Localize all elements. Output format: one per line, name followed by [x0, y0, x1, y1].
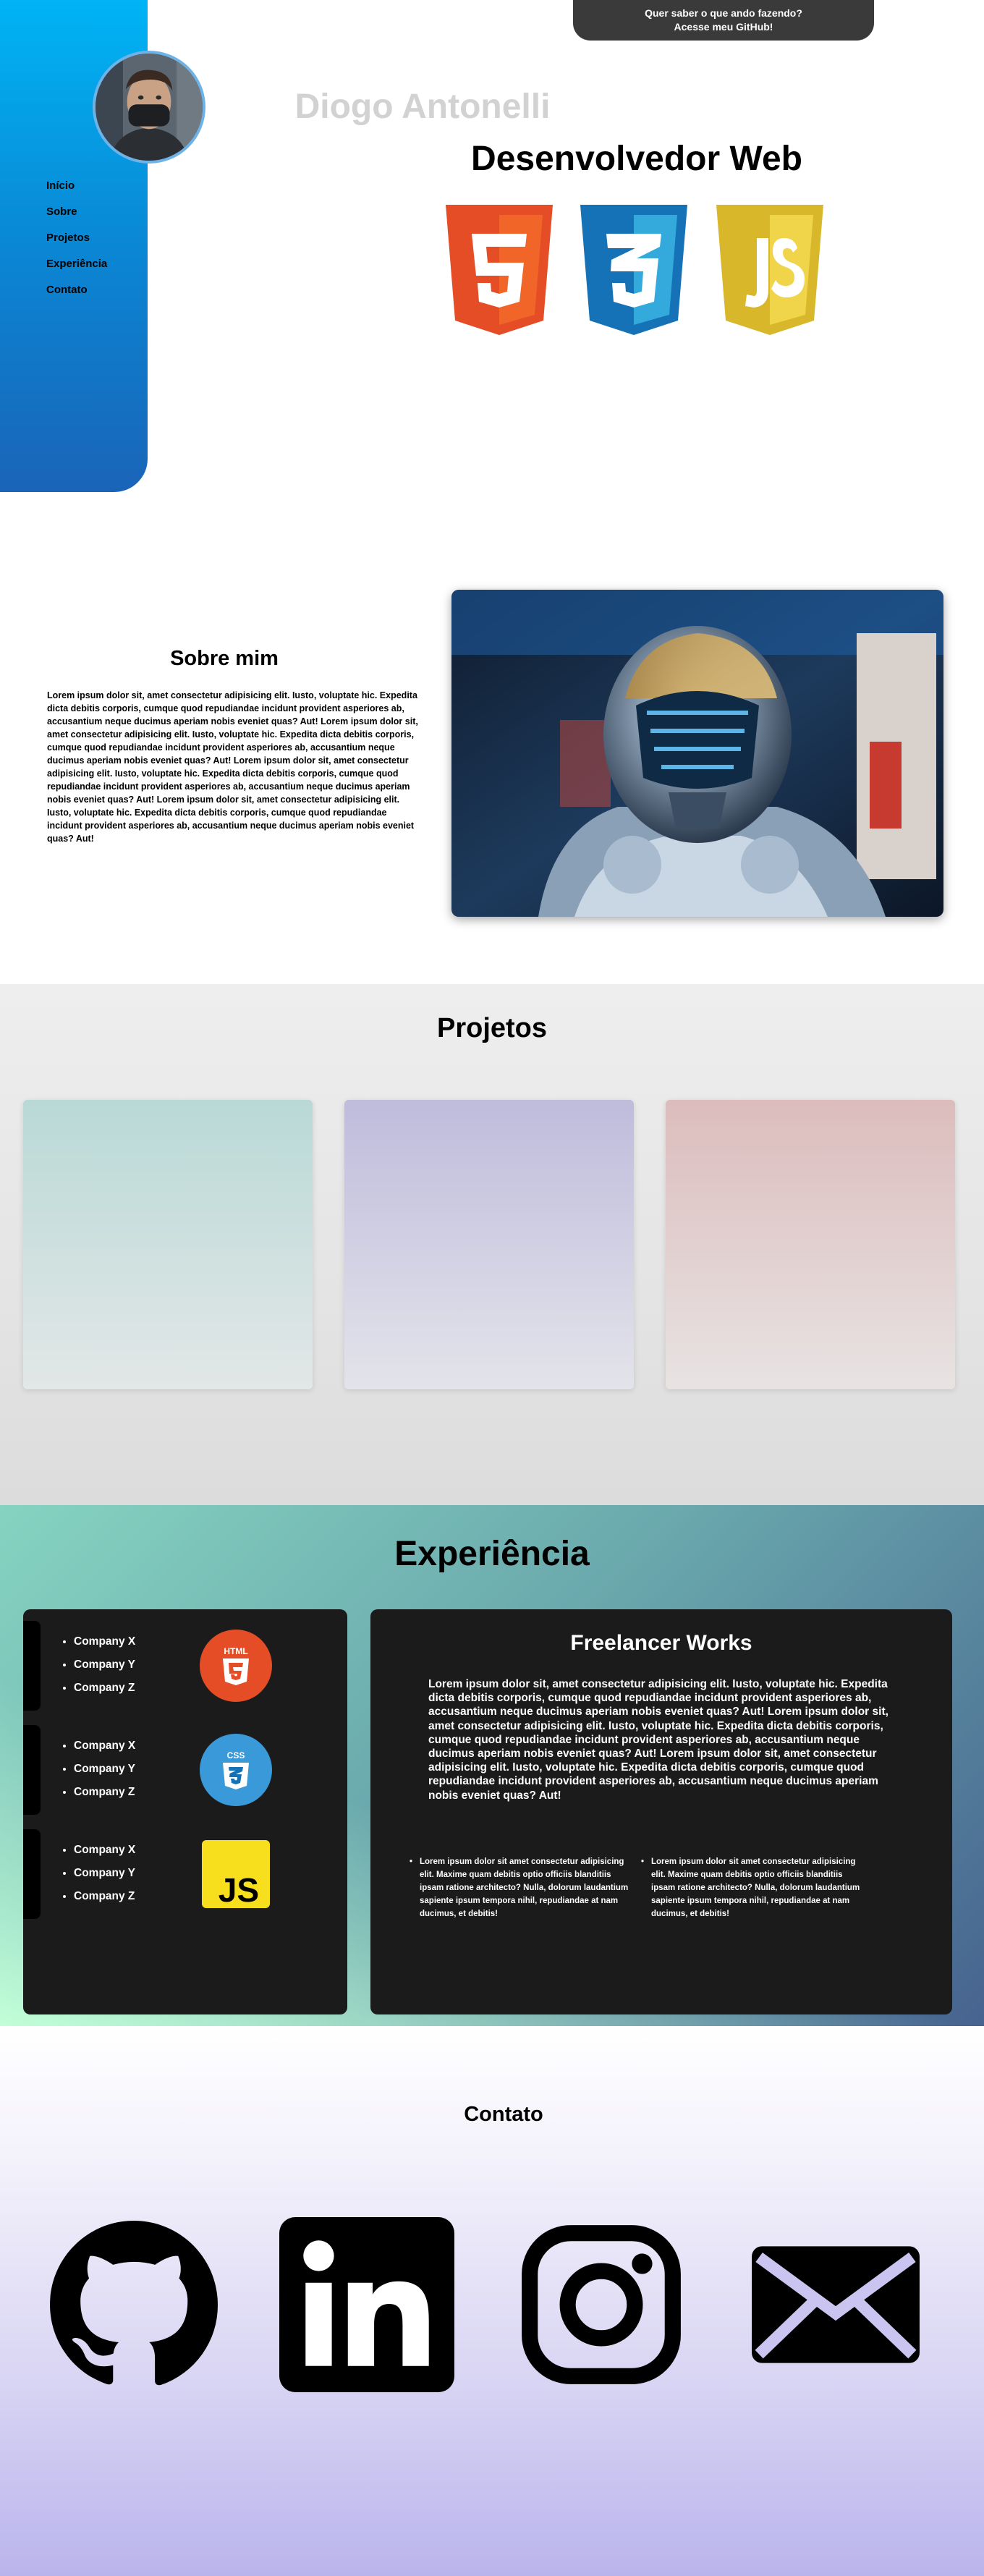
experience-detail-panel: Freelancer Works Lorem ipsum dolor sit, … [370, 1609, 952, 2014]
svg-text:HTML: HTML [224, 1646, 247, 1656]
experience-detail-text: Lorem ipsum dolor sit, amet consectetur … [428, 1678, 888, 1802]
nav-item-sobre: Sobre [46, 206, 107, 232]
company-item: Company Z [74, 1682, 135, 1705]
nav-item-contato: Contato [46, 284, 107, 310]
contact-section: Contato [0, 2026, 984, 2576]
experience-tab[interactable] [23, 1725, 41, 1815]
experience-bullet: Lorem ipsum dolor sit amet consectetur a… [410, 1855, 637, 1920]
svg-text:JS: JS [219, 1871, 259, 1909]
robot-image [451, 590, 943, 917]
experience-title: Experiência [394, 1535, 590, 1573]
experience-section: Experiência Company X Company Y Company … [0, 1505, 984, 2026]
experience-tab[interactable] [23, 1829, 41, 1919]
company-item: Company Y [74, 1867, 135, 1890]
mail-icon[interactable] [748, 2217, 923, 2392]
github-banner[interactable]: Quer saber o que ando fazendo? Acesse me… [573, 0, 874, 41]
nav-item-inicio: Início [46, 179, 107, 206]
company-item: Company Y [74, 1763, 135, 1786]
nav-item-projetos: Projetos [46, 232, 107, 258]
company-item: Company Y [74, 1658, 135, 1682]
company-list: Company X Company Y Company Z [74, 1740, 135, 1809]
hero-name: Diogo Antonelli [294, 88, 551, 126]
project-card-3[interactable] [666, 1100, 955, 1389]
nav-link-projetos[interactable]: Projetos [46, 232, 90, 244]
company-item: Company X [74, 1740, 135, 1763]
company-item: Company X [74, 1844, 135, 1867]
experience-group-js[interactable]: Company X Company Y Company Z JS [23, 1823, 347, 1919]
experience-group-html[interactable]: Company X Company Y Company Z HTML [23, 1615, 347, 1711]
linkedin-icon[interactable] [279, 2217, 454, 2392]
experience-list-panel: Company X Company Y Company Z HTML Compa… [23, 1609, 347, 2014]
html5-icon: HTML [200, 1630, 272, 1702]
company-list: Company X Company Y Company Z [74, 1635, 135, 1705]
project-card-1[interactable] [23, 1100, 313, 1389]
javascript-icon: JS [200, 1838, 272, 1910]
nav-link-inicio[interactable]: Início [46, 179, 75, 192]
javascript-icon [716, 205, 823, 335]
company-item: Company X [74, 1635, 135, 1658]
about-title: Sobre mim [170, 647, 279, 670]
experience-tab[interactable] [23, 1621, 41, 1711]
projects-title: Projetos [436, 1013, 548, 1043]
contact-title: Contato [464, 2103, 543, 2126]
github-banner-line2: Acesse meu GitHub! [674, 21, 773, 33]
projects-section: Projetos [0, 984, 984, 1505]
nav-link-sobre[interactable]: Sobre [46, 206, 77, 218]
instagram-icon[interactable] [514, 2217, 689, 2392]
nav-link-experiencia[interactable]: Experiência [46, 258, 107, 270]
css3-icon [580, 205, 687, 335]
html5-icon [446, 205, 553, 335]
experience-bullet: Lorem ipsum dolor sit amet consectetur a… [641, 1855, 868, 1920]
about-text: Lorem ipsum dolor sit, amet consectetur … [47, 690, 418, 844]
hero-role: Desenvolvedor Web [471, 140, 802, 178]
github-banner-line1: Quer saber o que ando fazendo? [645, 7, 802, 19]
nav-item-experiencia: Experiência [46, 258, 107, 284]
about-image [451, 590, 943, 917]
experience-detail-title: Freelancer Works [570, 1631, 752, 1655]
nav-link-contato[interactable]: Contato [46, 284, 88, 296]
svg-text:CSS: CSS [227, 1750, 245, 1761]
company-item: Company Z [74, 1890, 135, 1913]
company-item: Company Z [74, 1786, 135, 1809]
nav-menu: Início Sobre Projetos Experiência Contat… [46, 179, 107, 310]
project-card-2[interactable] [344, 1100, 634, 1389]
experience-group-css[interactable]: Company X Company Y Company Z CSS [23, 1719, 347, 1815]
css3-icon: CSS [200, 1734, 272, 1806]
company-list: Company X Company Y Company Z [74, 1844, 135, 1913]
github-icon[interactable] [46, 2217, 221, 2392]
